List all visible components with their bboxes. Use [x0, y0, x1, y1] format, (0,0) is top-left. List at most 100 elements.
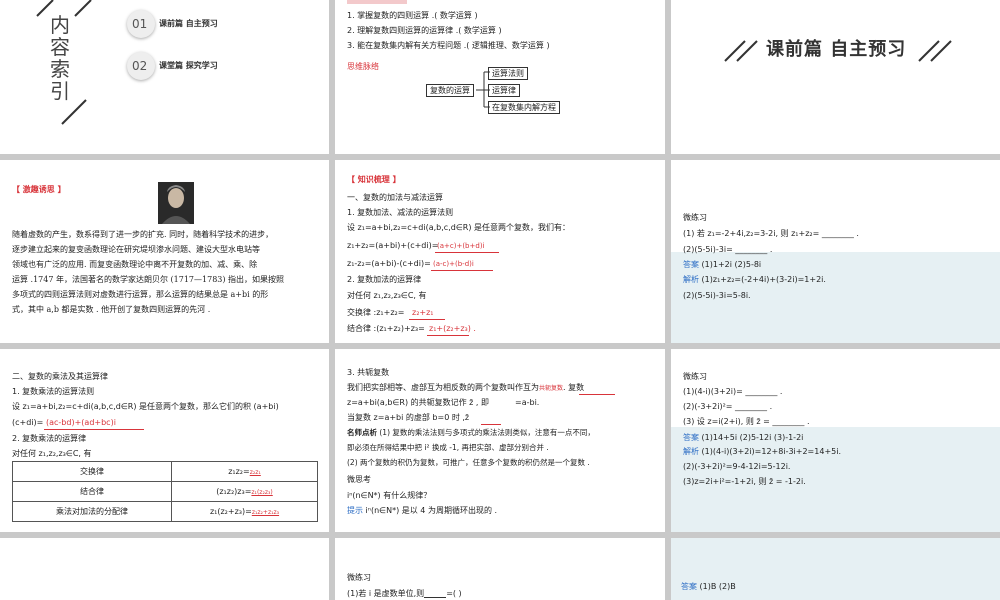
tip-label: 提示	[347, 506, 363, 515]
answer-add: (a+c)+(b+d)i	[437, 242, 485, 250]
slide-goals[interactable]: 1. 掌握复数的四则运算 .( 数学运算 ) 2. 理解复数四则运算的运算律 .…	[335, 0, 665, 154]
table-row: 乘法对加法的分配律 z₁(z₂+z₃)=z₁z₂+z₁z₃	[12, 501, 318, 522]
header-strip	[347, 0, 407, 4]
answer-line: 答案 (1)1+2i (2)5-8i	[683, 260, 762, 269]
answer-underline	[44, 429, 144, 430]
think-title: 微思考	[347, 475, 371, 484]
law-name: 交换律	[12, 461, 172, 482]
answer-label: 答案	[683, 433, 699, 442]
dalembert-portrait-icon	[158, 182, 194, 224]
slide-blank[interactable]	[0, 538, 329, 600]
knowledge-tag: 【 知识梳理 】	[347, 175, 401, 184]
slide-multiplication[interactable]: 二、复数的乘法及其运算律 1. 复数乘法的运算法则 设 z₁=a+bi,z₂=c…	[0, 349, 329, 532]
text-line: 设 z₁=a+bi,z₂=c+di(a,b,c,d∈R) 是任意两个复数，那么它…	[12, 402, 279, 411]
question-line: (2)(5-5i)-3i= ________ .	[683, 245, 773, 254]
answer-comm: z₂+z₁	[412, 308, 434, 317]
goal-line: 1. 掌握复数的四则运算 .( 数学运算 )	[347, 11, 478, 20]
answer-sub: (a-c)+(b-d)i	[433, 260, 474, 268]
mind-map-title: 思维脉络	[347, 62, 379, 71]
slide-contents[interactable]: 内 容 索 引 01 课前篇 自主预习 02 课堂篇 探究学习	[0, 0, 329, 154]
question-line: (3) 设 z=i(2+i), 则 z̄ = ________ .	[683, 417, 810, 426]
exercise-title: 微练习	[347, 573, 371, 582]
text-line: z=a+bi(a,b∈R) 的共轭复数记作 z̄ , 即 =a-bi.	[347, 398, 540, 407]
text-line: 对任何 z₁,z₂,z₃∈C, 有	[347, 291, 427, 300]
question-line: (2)(-3+2i)²= ________ .	[683, 402, 773, 411]
answer-line: 答案 (1)B (2)B	[681, 582, 736, 591]
table-row: 结合律 (z₁z₂)z₃=z₁(z₂z₃)	[12, 481, 318, 502]
slide-knowledge-addition[interactable]: 【 知识梳理 】 一、复数的加法与减法运算 1. 复数加法、减法的运算法则 设 …	[335, 160, 665, 343]
subheading: 2. 复数乘法的运算律	[12, 434, 87, 443]
think-question: iⁿ(n∈N*) 有什么规律？	[347, 491, 432, 500]
exercise-title: 微练习	[683, 372, 707, 381]
intro-line: 领域也有广泛的应用. 而复变函数理论中离不开复数的加、减、乘、除	[12, 260, 258, 269]
question-line: (1)(4-i)(3+2i)= ________ .	[683, 387, 783, 396]
intro-line: 随着虚数的产生，数系得到了进一步的扩充. 同时，随着科学技术的进步，	[12, 230, 274, 239]
text-line: (c+di)=	[12, 418, 44, 427]
explanation-line: 解析 (1)(4-i)(3+2i)=12+8i-3i+2=14+5i.	[683, 447, 841, 456]
text-line: 设 z₁=a+bi,z₂=c+di(a,b,c,d∈R) 是任意两个复数，我们有…	[347, 223, 571, 232]
formula-line: z₁+z₂=(a+bi)+(c+di)=	[347, 241, 439, 250]
explanation-line: 解析 (1)z₁+z₂=(-2+4i)+(3-2i)=1+2i.	[683, 275, 826, 284]
answer-mul: (ac-bd)+(ad+bc)i	[46, 418, 116, 427]
mind-map-branch: 运算律	[488, 84, 520, 97]
law-formula: z₁(z₂+z₃)=z₁z₂+z₁z₃	[171, 501, 318, 522]
intro-line: 多项式的四则运算法则对虚数进行运算，那么运算的结果总是 a+bi 的形	[12, 290, 269, 299]
decorative-line-icon	[61, 99, 87, 125]
item-label: 课前篇 自主预习	[159, 19, 218, 28]
explanation-label: 解析	[683, 275, 699, 284]
slide-conjugate[interactable]: 3. 共轭复数 我们把实部相等、虚部互为相反数的两个复数叫作互为共轭复数. 复数…	[335, 349, 665, 532]
contents-title-char: 索	[50, 57, 70, 81]
intro-tag: 【 激趣诱思 】	[12, 185, 66, 194]
explanation-line: (2)(-3+2i)²=9-4-12i=5-12i.	[683, 462, 791, 471]
question-line: (1) 若 z₁=-2+4i,z₂=3-2i, 则 z₁+z₂= _______…	[683, 229, 859, 238]
answer-underline	[409, 319, 445, 320]
fraction-icon	[424, 589, 447, 598]
item-label: 课堂篇 探究学习	[159, 61, 218, 70]
slide-exercise-3[interactable]: 微练习 (1)若 i 是虚数单位,则 =( )	[335, 538, 665, 600]
law-name: 乘法对加法的分配律	[12, 501, 172, 522]
slash-decoration-icon	[918, 40, 952, 62]
explanation-line: (2)(5-5i)-3i=5-8i.	[683, 291, 751, 300]
formula-line: 交换律 :z₁+z₂=	[347, 308, 405, 317]
law-name: 结合律	[12, 481, 172, 502]
note-line: 名师点析 (1) 复数的乘法法则与多项式的乘法法则类似，注意有一点不同，	[347, 428, 595, 437]
slash-decoration-icon	[724, 40, 758, 62]
law-formula: z₁z₂=z₂z₁	[171, 461, 318, 482]
answer-underline	[431, 270, 493, 271]
mind-map-root: 复数的运算	[426, 84, 474, 97]
contents-item-2[interactable]: 02 课堂篇 探究学习	[127, 52, 317, 80]
text-line: 当复数 z=a+bi 的虚部 b=0 时 ,z̄	[347, 413, 470, 422]
section-title: 课前篇 自主预习	[766, 39, 907, 60]
item-number: 02	[132, 59, 148, 73]
slide-intro[interactable]: 【 激趣诱思 】 随着虚数的产生，数系得到了进一步的扩充. 同时，随着科学技术的…	[0, 160, 329, 343]
explanation-line: (3)z=2i+i²=-1+2i, 则 z̄ = -1-2i.	[683, 477, 806, 486]
goal-line: 2. 理解复数四则运算的运算律 .( 数学运算 )	[347, 26, 502, 35]
text-line: 对任何 z₁,z₂,z₃∈C, 有	[12, 449, 92, 458]
answer-underline	[427, 335, 469, 336]
slide-exercise-1[interactable]: 微练习 (1) 若 z₁=-2+4i,z₂=3-2i, 则 z₁+z₂= ___…	[671, 160, 1000, 343]
formula-line: 结合律 :(z₁+z₂)+z₃=	[347, 324, 425, 333]
slide-exercise-2[interactable]: 微练习 (1)(4-i)(3+2i)= ________ . (2)(-3+2i…	[671, 349, 1000, 532]
mind-map-branch: 在复数集内解方程	[488, 101, 560, 114]
heading: 3. 共轭复数	[347, 368, 390, 377]
intro-line: 逐步建立起来的复变函数理论在研究堤坝渗水问题、建设大型水电站等	[12, 245, 260, 254]
heading: 一、复数的加法与减法运算	[347, 193, 443, 202]
intro-line: 式，其中 a,b 都是实数 . 他开创了复数四则运算的先河 .	[12, 305, 211, 314]
mind-map-branch: 运算法则	[488, 67, 528, 80]
multiplication-laws-table: 交换律 z₁z₂=z₂z₁ 结合律 (z₁z₂)z₃=z₁(z₂z₃) 乘法对加…	[12, 461, 318, 522]
contents-item-1[interactable]: 01 课前篇 自主预习	[127, 10, 317, 38]
tip-line: 提示 iⁿ(n∈N*) 是以 4 为周期循环出现的 .	[347, 506, 498, 515]
answer-assoc: z₁+(z₂+z₃) .	[429, 324, 476, 333]
item-number: 01	[132, 17, 148, 31]
answer-underline	[579, 394, 615, 395]
note-label: 名师点析	[347, 428, 377, 437]
question-line: (1)若 i 是虚数单位,则 =( )	[347, 589, 462, 598]
slide-answer-3[interactable]: 答案 (1)B (2)B	[671, 538, 1000, 600]
note-line: 即必须在所得结果中把 i² 换成 -1, 再把实部、虚部分别合并 .	[347, 443, 549, 452]
slide-section-title[interactable]: 课前篇 自主预习	[671, 0, 1000, 154]
formula-line: z₁-z₂=(a+bi)-(c+di)=	[347, 259, 431, 268]
law-formula: (z₁z₂)z₃=z₁(z₂z₃)	[171, 481, 318, 502]
text-line: 我们把实部相等、虚部互为相反数的两个复数叫作互为共轭复数. 复数	[347, 383, 585, 392]
explanation-label: 解析	[683, 447, 699, 456]
answer-line: 答案 (1)14+5i (2)5-12i (3)-1-2i	[683, 433, 804, 442]
